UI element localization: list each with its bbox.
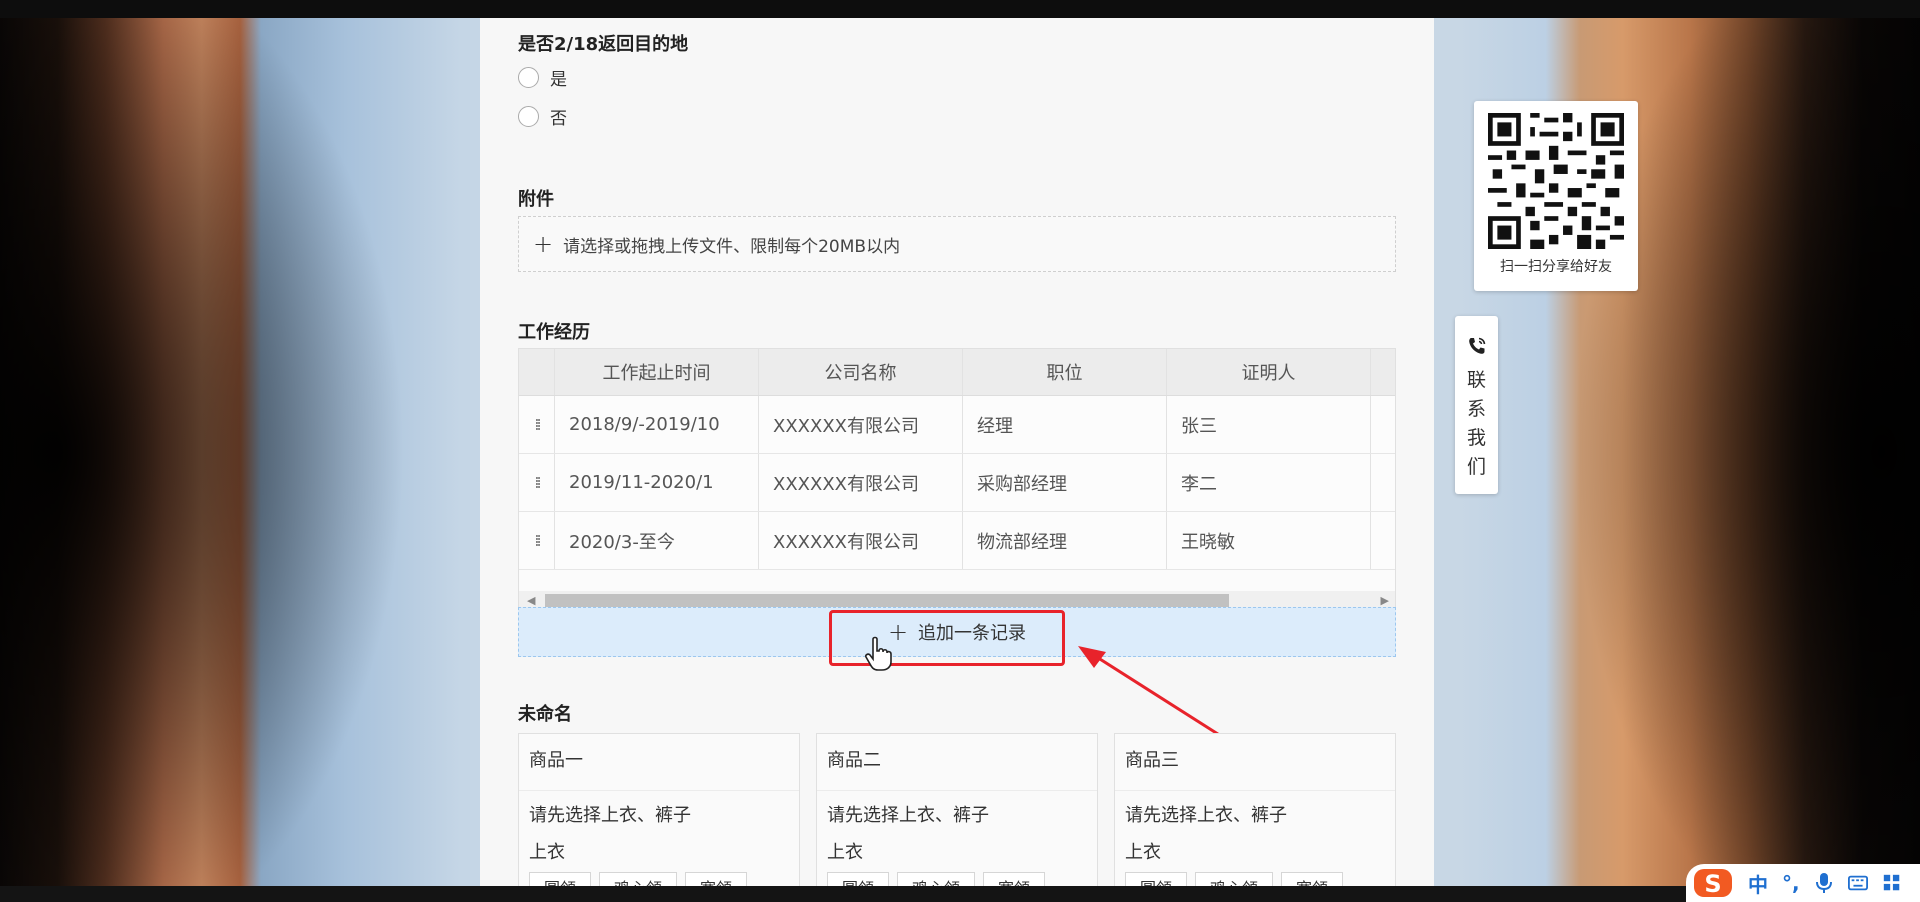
radio-label: 是 bbox=[550, 70, 567, 90]
table-row: ⁞⁞ 2020/3-至今 XXXXXX有限公司 物流部经理 王晓敏 bbox=[519, 512, 1395, 570]
table-cell[interactable]: 2020/3-至今 bbox=[555, 512, 759, 569]
ime-punctuation[interactable]: °, bbox=[1782, 871, 1800, 895]
contact-us-tab[interactable]: 联 系 我 们 bbox=[1455, 316, 1498, 494]
scroll-right-icon[interactable]: ▶ bbox=[1381, 594, 1389, 607]
table-cell[interactable]: 李二 bbox=[1167, 454, 1371, 511]
attachment-title: 附件 bbox=[518, 189, 554, 210]
table-cell[interactable]: XXXXXX有限公司 bbox=[759, 512, 963, 569]
sogou-s-icon[interactable]: S bbox=[1692, 866, 1734, 900]
product-card: 商品三 请先选择上衣、裤子 上衣 圆领 鸡心领 宽领 bbox=[1114, 733, 1396, 886]
add-record-button[interactable]: + 追加一条记录 bbox=[518, 607, 1396, 657]
table-row: ⁞⁞ 2019/11-2020/1 XXXXXX有限公司 采购部经理 李二 bbox=[519, 454, 1395, 512]
card-hint: 请先选择上衣、裤子 bbox=[827, 805, 989, 826]
file-upload-dropzone[interactable]: + 请选择或拖拽上传文件、限制每个20MB以内 bbox=[518, 216, 1396, 272]
drag-handle-icon[interactable]: ⁞⁞ bbox=[519, 512, 555, 569]
divider bbox=[519, 790, 799, 791]
option-chip[interactable]: 鸡心领 bbox=[599, 872, 678, 886]
radio-button[interactable] bbox=[518, 67, 539, 88]
table-cell[interactable]: 采购部经理 bbox=[963, 454, 1167, 511]
column-header: 工作起止时间 bbox=[555, 349, 759, 395]
mic-icon[interactable] bbox=[1814, 872, 1834, 894]
table-cell[interactable]: 经理 bbox=[963, 396, 1167, 453]
radio-label: 否 bbox=[550, 109, 567, 129]
card-title: 商品三 bbox=[1125, 750, 1179, 771]
drag-handle-icon[interactable]: ⁞⁞ bbox=[519, 396, 555, 453]
work-history-title: 工作经历 bbox=[518, 322, 590, 343]
divider bbox=[1115, 790, 1395, 791]
table-cell[interactable]: XXXXXX有限公司 bbox=[759, 454, 963, 511]
grid-icon[interactable] bbox=[1882, 872, 1902, 894]
table-cell[interactable]: XXXXXX有限公司 bbox=[759, 396, 963, 453]
qr-caption: 扫一扫分享给好友 bbox=[1500, 259, 1612, 275]
card-hint: 请先选择上衣、裤子 bbox=[529, 805, 691, 826]
option-chip[interactable]: 鸡心领 bbox=[1195, 872, 1274, 886]
phone-icon bbox=[1469, 337, 1486, 354]
option-chip[interactable]: 圆领 bbox=[1125, 872, 1188, 886]
option-chip[interactable]: 宽领 bbox=[685, 872, 748, 886]
column-header: 公司名称 bbox=[759, 349, 963, 395]
radio-option-no[interactable]: 否 bbox=[518, 104, 567, 129]
qr-code-icon bbox=[1488, 113, 1624, 249]
table-cell[interactable]: 物流部经理 bbox=[963, 512, 1167, 569]
drag-column-header bbox=[519, 349, 555, 395]
product-card: 商品一 请先选择上衣、裤子 上衣 圆领 鸡心领 宽领 bbox=[518, 733, 800, 886]
option-chip[interactable]: 宽领 bbox=[1281, 872, 1344, 886]
radio-button[interactable] bbox=[518, 106, 539, 127]
table-cell[interactable]: 张三 bbox=[1167, 396, 1371, 453]
red-arrow-icon bbox=[1078, 646, 1222, 738]
option-chip[interactable]: 圆领 bbox=[827, 872, 890, 886]
question-title: 是否2/18返回目的地 bbox=[518, 34, 689, 55]
card-hint: 请先选择上衣、裤子 bbox=[1125, 805, 1287, 826]
keyboard-icon[interactable] bbox=[1847, 872, 1868, 894]
upload-hint: 请选择或拖拽上传文件、限制每个20MB以内 bbox=[563, 236, 901, 257]
contact-label: 联 系 我 们 bbox=[1466, 369, 1486, 478]
scroll-left-icon[interactable]: ◀ bbox=[527, 594, 535, 607]
card-title: 商品二 bbox=[827, 750, 881, 771]
add-record-label: 追加一条记录 bbox=[918, 623, 1027, 644]
unnamed-title: 未命名 bbox=[518, 704, 572, 725]
card-subtitle: 上衣 bbox=[827, 842, 863, 863]
form-panel: 是否2/18返回目的地 是 否 附件 + 请选择或拖拽上传文件、限制每个20MB… bbox=[480, 18, 1434, 886]
top-bar bbox=[0, 0, 1920, 18]
option-chip[interactable]: 宽领 bbox=[983, 872, 1046, 886]
hand-cursor-icon bbox=[865, 636, 892, 671]
divider bbox=[817, 790, 1097, 791]
ime-toolbar: S 中 °, bbox=[1686, 864, 1920, 902]
taskbar bbox=[0, 886, 1920, 902]
card-subtitle: 上衣 bbox=[529, 842, 565, 863]
card-title: 商品一 bbox=[529, 750, 583, 771]
table-cell[interactable]: 2018/9/-2019/10 bbox=[555, 396, 759, 453]
qr-share-panel: 扫一扫分享给好友 bbox=[1474, 101, 1638, 291]
svg-text:S: S bbox=[1704, 870, 1721, 898]
plus-icon: + bbox=[533, 230, 554, 258]
table-row: ⁞⁞ 2018/9/-2019/10 XXXXXX有限公司 经理 张三 bbox=[519, 396, 1395, 454]
drag-handle-icon[interactable]: ⁞⁞ bbox=[519, 454, 555, 511]
table-cell[interactable]: 王晓敏 bbox=[1167, 512, 1371, 569]
work-history-table: 工作起止时间 公司名称 职位 证明人 ⁞⁞ 2018/9/-2019/10 XX… bbox=[518, 348, 1396, 614]
option-chip[interactable]: 圆领 bbox=[529, 872, 592, 886]
column-header: 证明人 bbox=[1167, 349, 1371, 395]
table-header: 工作起止时间 公司名称 职位 证明人 bbox=[519, 349, 1395, 396]
ime-mode[interactable]: 中 bbox=[1748, 869, 1768, 898]
table-cell[interactable]: 2019/11-2020/1 bbox=[555, 454, 759, 511]
column-header: 职位 bbox=[963, 349, 1167, 395]
product-card: 商品二 请先选择上衣、裤子 上衣 圆领 鸡心领 宽领 bbox=[816, 733, 1098, 886]
radio-option-yes[interactable]: 是 bbox=[518, 65, 567, 90]
option-chip[interactable]: 鸡心领 bbox=[897, 872, 976, 886]
card-subtitle: 上衣 bbox=[1125, 842, 1161, 863]
